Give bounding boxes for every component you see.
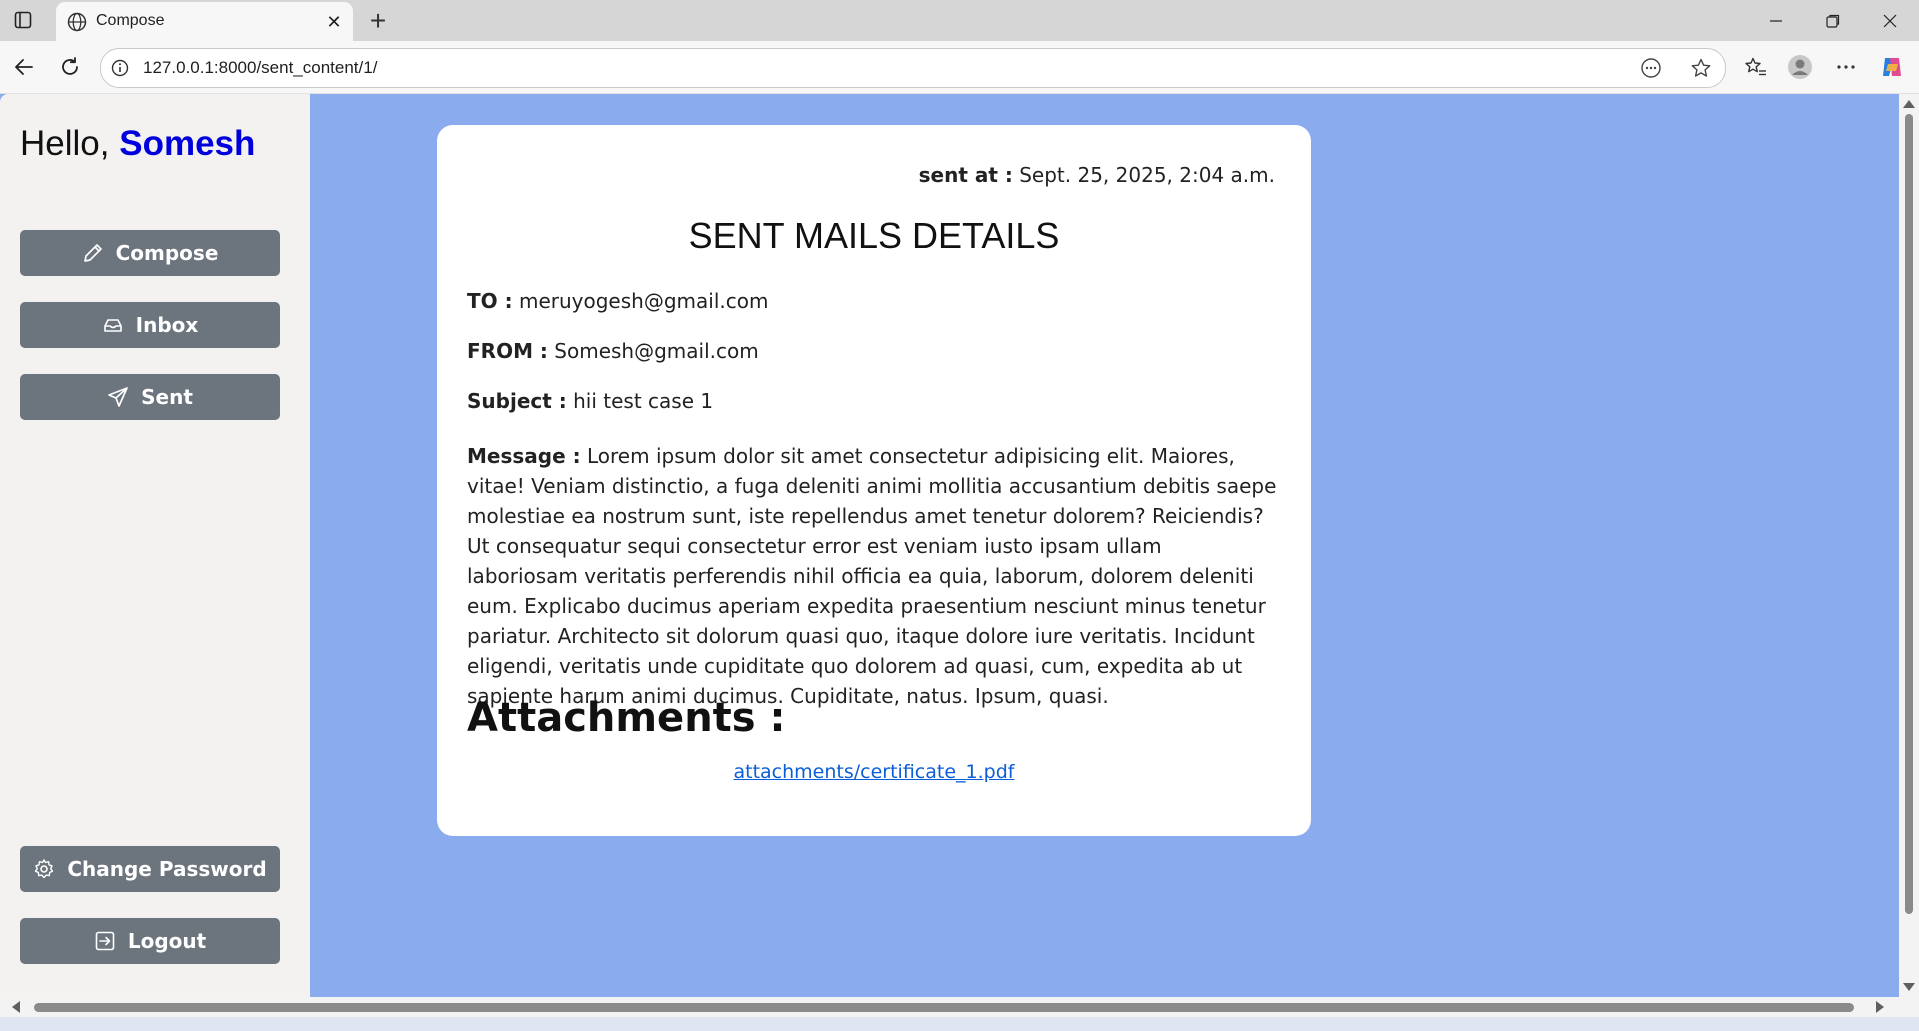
to-value: meruyogesh@gmail.com	[518, 289, 769, 313]
message-label: Message :	[467, 444, 581, 468]
mail-details-card: sent at : Sept. 25, 2025, 2:04 a.m. SENT…	[437, 125, 1311, 836]
sent-at: sent at : Sept. 25, 2025, 2:04 a.m.	[919, 163, 1275, 187]
browser-tab-bar: Compose ✕ +	[0, 0, 1919, 41]
sidebar: Hello, Somesh Compose Inbox Sent Change …	[0, 94, 310, 997]
restore-window-icon[interactable]	[1805, 0, 1861, 41]
sent-at-label: sent at :	[918, 163, 1013, 187]
send-icon	[108, 387, 128, 407]
subject-value: hii test case 1	[573, 389, 714, 413]
refresh-icon[interactable]	[56, 53, 84, 81]
close-tab-icon[interactable]: ✕	[323, 11, 345, 33]
subject-label: Subject :	[467, 389, 567, 413]
page-title: SENT MAILS DETAILS	[688, 215, 1060, 256]
change-password-button[interactable]: Change Password	[20, 846, 280, 892]
attachment-link[interactable]: attachments/certificate_1.pdf	[734, 761, 1015, 783]
greeting: Hello, Somesh	[20, 124, 255, 164]
message-value: Lorem ipsum dolor sit amet consectetur a…	[467, 444, 1277, 708]
compose-label: Compose	[115, 241, 219, 265]
gear-icon	[35, 859, 54, 879]
vertical-scroll-thumb[interactable]	[1905, 114, 1913, 914]
attachment-item: attachments/certificate_1.pdf	[437, 761, 1311, 783]
change-password-label: Change Password	[67, 857, 267, 881]
site-info-icon[interactable]	[109, 57, 131, 79]
profile-avatar-icon[interactable]	[1786, 53, 1814, 81]
scroll-left-arrow-icon[interactable]	[12, 1001, 20, 1013]
minimize-window-icon[interactable]	[1748, 0, 1804, 41]
from-label: FROM :	[467, 339, 548, 363]
logout-label: Logout	[127, 929, 207, 953]
sent-button[interactable]: Sent	[20, 374, 280, 420]
url-text[interactable]: 127.0.0.1:8000/sent_content/1/	[143, 58, 377, 78]
more-options-icon[interactable]	[1832, 53, 1860, 81]
to-label: TO :	[467, 289, 513, 313]
scroll-right-arrow-icon[interactable]	[1876, 1001, 1884, 1013]
logout-icon	[95, 931, 115, 951]
close-window-icon[interactable]	[1862, 0, 1918, 41]
inbox-icon	[103, 319, 122, 332]
favorite-star-icon[interactable]	[1689, 56, 1713, 80]
from-value: Somesh@gmail.com	[554, 339, 759, 363]
inbox-button[interactable]: Inbox	[20, 302, 280, 348]
greeting-prefix: Hello,	[20, 124, 110, 163]
copilot-icon[interactable]	[1878, 53, 1906, 81]
logout-button[interactable]: Logout	[20, 918, 280, 964]
globe-icon	[66, 11, 88, 33]
horizontal-scrollbar[interactable]	[0, 997, 1919, 1017]
message-field: Message : Lorem ipsum dolor sit amet con…	[467, 441, 1277, 711]
compose-button[interactable]: Compose	[20, 230, 280, 276]
to-field: TO : meruyogesh@gmail.com	[467, 289, 768, 313]
browser-toolbar: 127.0.0.1:8000/sent_content/1/	[0, 41, 1919, 94]
inbox-label: Inbox	[135, 313, 199, 337]
from-field: FROM : Somesh@gmail.com	[467, 339, 759, 363]
attachments-heading: Attachments :	[467, 695, 786, 741]
username: Somesh	[119, 124, 256, 163]
new-tab-button[interactable]: +	[365, 5, 391, 36]
taskbar-strip	[0, 1017, 1919, 1031]
sent-label: Sent	[141, 385, 193, 409]
tab-actions-icon[interactable]	[12, 9, 34, 31]
pencil-icon	[83, 244, 102, 262]
favorites-list-icon[interactable]	[1742, 53, 1770, 81]
horizontal-scroll-thumb[interactable]	[34, 1003, 1854, 1012]
browser-tab-compose[interactable]: Compose ✕	[56, 2, 353, 41]
page-viewport: Hello, Somesh Compose Inbox Sent Change …	[0, 94, 1899, 997]
subject-field: Subject : hii test case 1	[467, 389, 713, 413]
back-arrow-icon[interactable]	[10, 53, 38, 81]
scroll-up-arrow-icon[interactable]	[1903, 100, 1915, 108]
scroll-down-arrow-icon[interactable]	[1903, 983, 1915, 991]
reader-mode-icon[interactable]	[1639, 56, 1663, 80]
sent-at-value: Sept. 25, 2025, 2:04 a.m.	[1019, 163, 1275, 187]
address-bar[interactable]: 127.0.0.1:8000/sent_content/1/	[100, 48, 1726, 88]
tab-title: Compose	[96, 12, 165, 29]
vertical-scrollbar[interactable]	[1899, 94, 1919, 997]
